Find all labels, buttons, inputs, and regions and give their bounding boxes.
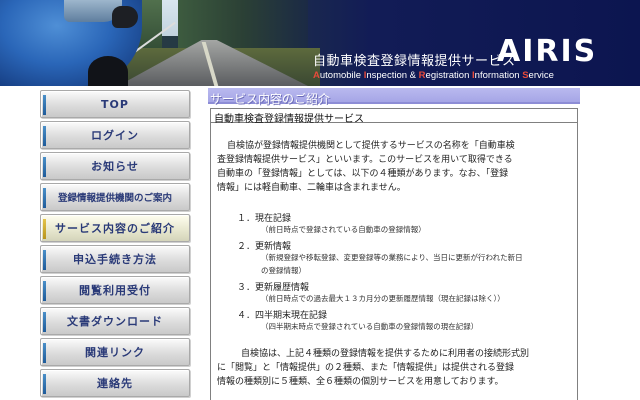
nav-button-links[interactable]: 関連リンク: [40, 338, 190, 366]
record-type-note: （新規登録や移転登録、変更登録等の業務により、当日に更新が行われた新日: [261, 253, 523, 262]
nav-label: 関連リンク: [85, 346, 145, 359]
main-content: サービス内容のご紹介 自動車検査登録情報提供サービス 自検協が登録情報提供機関と…: [208, 88, 580, 400]
closing-line: に「閲覧」と「情報提供」の２種類、また「情報提供」は提供される登録: [217, 363, 515, 373]
subtitle-text: nspection &: [366, 70, 419, 81]
closing-line: 自検協は、上記４種類の登録情報を提供するために利用者の接続形式別: [241, 349, 530, 359]
nav-button-providers[interactable]: 登録情報提供機関のご案内: [40, 183, 190, 211]
record-type-title: １．現在記録: [237, 214, 292, 224]
intro-line: 査登録情報提供サービス」といいます。このサービスを用いて取得できる: [217, 155, 513, 165]
nav-button-contact[interactable]: 連絡先: [40, 369, 190, 397]
record-type-note: （前日時点での過去最大１３カ月分の更新履歴情報（現在記録は除く））: [261, 294, 505, 303]
page: 自動車検査登録情報提供サービス AIRIS Automobile Inspect…: [0, 0, 640, 400]
nav-label: サービス内容のご紹介: [55, 222, 175, 235]
subtitle-text: nformation: [474, 70, 523, 81]
site-subtitle: Automobile Inspection & Registration Inf…: [313, 70, 554, 81]
nav-button-application[interactable]: 申込手続き方法: [40, 245, 190, 273]
panel-title: 自動車検査登録情報提供サービス: [214, 114, 364, 125]
nav-label: TOP: [101, 97, 129, 111]
record-type-note: （四半期末時点で登録されている自動車の登録情報の現在記録）: [261, 322, 479, 331]
closing-line: 情報の種類別に５種類、全６種類の個別サービスを用意しております。: [217, 377, 504, 387]
nav-label: 文書ダウンロード: [67, 315, 163, 328]
airis-logo[interactable]: AIRIS: [497, 34, 597, 69]
panel-title-bar: 自動車検査登録情報提供サービス: [211, 109, 577, 125]
record-type-title: ２．更新情報: [237, 242, 292, 252]
banner-car-mirror: [112, 6, 138, 28]
nav-label: 連絡先: [97, 377, 133, 390]
section-heading-text: サービス内容のご紹介: [210, 92, 331, 106]
sidebar-nav: TOP ログイン お知らせ 登録情報提供機関のご案内 サービス内容のご紹介 申込…: [38, 86, 194, 400]
nav-button-top[interactable]: TOP: [40, 90, 190, 118]
subtitle-text: ervice: [528, 70, 554, 81]
nav-label: 登録情報提供機関のご案内: [57, 193, 172, 204]
record-type-title: ３．更新履歴情報: [237, 283, 310, 293]
nav-button-downloads[interactable]: 文書ダウンロード: [40, 307, 190, 335]
banner-car-wheel: [88, 56, 128, 86]
nav-label: お知らせ: [91, 160, 139, 173]
nav-button-news[interactable]: お知らせ: [40, 152, 190, 180]
nav-button-service-intro[interactable]: サービス内容のご紹介: [40, 214, 190, 242]
subtitle-text: utomobile: [319, 70, 364, 81]
record-type-title: ４．四半期末現在記録: [237, 311, 328, 321]
intro-line: 自検協が登録情報提供機関として提供するサービスの名称を「自動車検: [227, 141, 515, 151]
nav-label: 申込手続き方法: [73, 253, 157, 266]
subtitle-text: egistration: [425, 70, 473, 81]
site-title: 自動車検査登録情報提供サービス: [313, 54, 516, 69]
nav-button-login[interactable]: ログイン: [40, 121, 190, 149]
content-panel: 自動車検査登録情報提供サービス 自検協が登録情報提供機関として提供するサービスの…: [210, 108, 578, 400]
subtitle-initial: R: [418, 70, 426, 81]
nav-button-browse-reception[interactable]: 閲覧利用受付: [40, 276, 190, 304]
header-banner: 自動車検査登録情報提供サービス AIRIS Automobile Inspect…: [0, 0, 640, 86]
section-heading: サービス内容のご紹介: [208, 88, 580, 106]
nav-label: ログイン: [91, 129, 139, 142]
nav-label: 閲覧利用受付: [79, 284, 151, 297]
record-type-note: （前日時点で登録されている自動車の登録情報）: [261, 225, 426, 234]
subtitle-initial: A: [313, 70, 320, 81]
intro-line: 自動車の「登録情報」としては、以下の４種類があります。なお、「登録: [217, 169, 509, 179]
record-type-note: の登録情報）: [261, 266, 306, 275]
intro-line: 情報」には軽自動車、二輪車は含まれません。: [217, 183, 406, 193]
